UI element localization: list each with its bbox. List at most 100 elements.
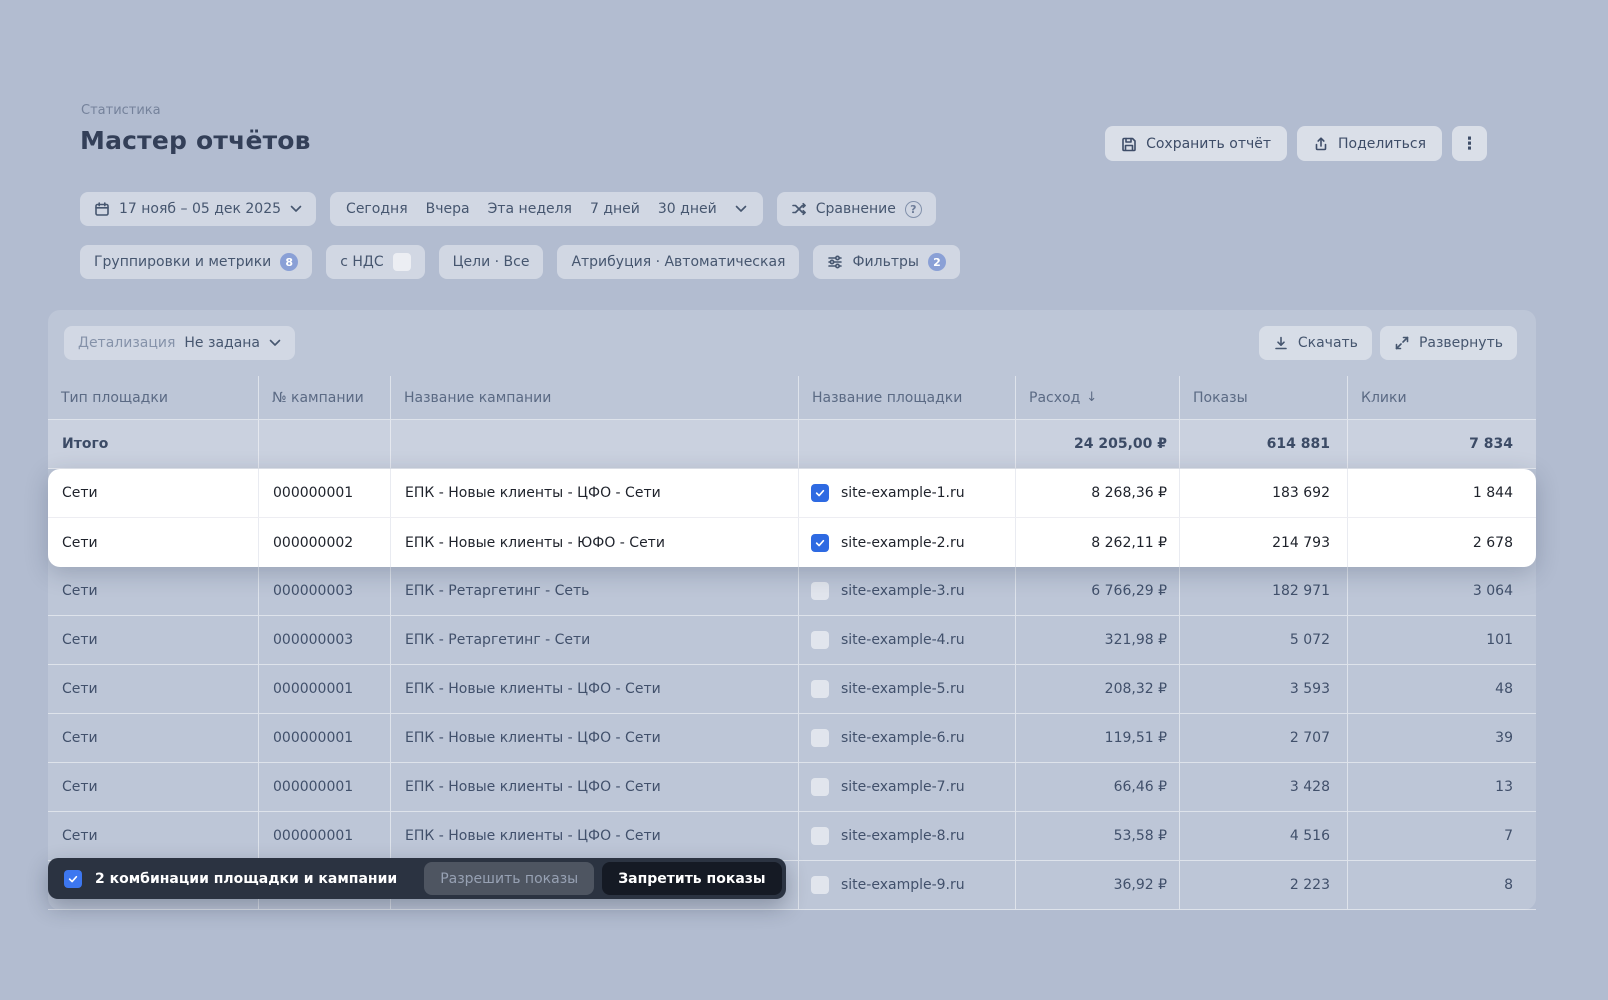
cell-cost: 119,51 ₽ <box>1016 714 1180 762</box>
selection-count-label: 2 комбинации площадки и кампании <box>95 871 397 887</box>
share-button[interactable]: Поделиться <box>1297 126 1442 161</box>
quick-range-7-days[interactable]: 7 дней <box>590 201 640 217</box>
chevron-down-icon[interactable] <box>735 205 747 213</box>
site-domain: site-example-2.ru <box>841 535 965 551</box>
table-row[interactable]: Сети 000000003 ЕПК - Ретаргетинг - Сети … <box>48 616 1536 665</box>
deny-impressions-button[interactable]: Запретить показы <box>602 862 781 895</box>
table-row[interactable]: Сети 000000001 ЕПК - Новые клиенты - ЦФО… <box>48 812 1536 861</box>
table-row[interactable]: Сети 000000001 ЕПК - Новые клиенты - ЦФО… <box>48 665 1536 714</box>
site-checkbox[interactable] <box>811 534 829 552</box>
site-domain: site-example-7.ru <box>841 779 965 795</box>
site-checkbox[interactable] <box>811 680 829 698</box>
date-range-picker[interactable]: 17 нояб – 05 дек 2025 <box>80 192 316 226</box>
column-platform-type[interactable]: Тип площадки <box>48 376 259 419</box>
vat-chip[interactable]: с НДС <box>326 245 424 279</box>
kebab-menu-button[interactable]: ⋮ <box>1452 126 1487 161</box>
table-row[interactable]: Сети 000000001 ЕПК - Новые клиенты - ЦФО… <box>48 714 1536 763</box>
report-wizard-screen: Статистика Мастер отчётов Сохранить отчё… <box>0 0 1608 1000</box>
goals-chip[interactable]: Цели · Все <box>439 245 544 279</box>
expand-button[interactable]: Развернуть <box>1380 326 1517 360</box>
quick-range-yesterday[interactable]: Вчера <box>426 201 470 217</box>
expand-label: Развернуть <box>1419 335 1503 351</box>
cell-clicks: 1 844 <box>1348 469 1536 517</box>
download-button[interactable]: Скачать <box>1259 326 1372 360</box>
cell-cost: 8 268,36 ₽ <box>1016 469 1180 517</box>
header-actions: Сохранить отчёт Поделиться ⋮ <box>1105 126 1487 161</box>
cell-impressions: 214 793 <box>1180 518 1348 567</box>
cell-campaign-name: ЕПК - Новые клиенты - ЦФО - Сети <box>391 763 799 811</box>
allow-impressions-button[interactable]: Разрешить показы <box>424 862 594 895</box>
cell-campaign-id: 000000001 <box>259 812 391 860</box>
save-report-button[interactable]: Сохранить отчёт <box>1105 126 1287 161</box>
cell-campaign-name: ЕПК - Новые клиенты - ЦФО - Сети <box>391 469 799 517</box>
cell-platform-type: Сети <box>48 518 259 567</box>
quick-range-30-days[interactable]: 30 дней <box>658 201 717 217</box>
table-row[interactable]: Сети 000000002 ЕПК - Новые клиенты - ЮФО… <box>48 518 1536 567</box>
column-cost[interactable]: Расход ↓ <box>1016 376 1180 419</box>
detalization-label: Детализация <box>78 335 175 351</box>
cell-impressions: 3 593 <box>1180 665 1348 713</box>
download-icon <box>1273 335 1289 351</box>
detalization-dropdown[interactable]: Детализация Не задана <box>64 326 295 360</box>
cell-platform-type: Сети <box>48 812 259 860</box>
totals-label: Итого <box>48 420 259 468</box>
cell-platform-name: site-example-3.ru <box>799 567 1016 615</box>
site-checkbox[interactable] <box>811 631 829 649</box>
cell-campaign-id: 000000002 <box>259 518 391 567</box>
cell-platform-name: site-example-8.ru <box>799 812 1016 860</box>
site-checkbox[interactable] <box>811 729 829 747</box>
site-checkbox[interactable] <box>811 876 829 894</box>
comparison-chip[interactable]: Сравнение ? <box>777 192 936 226</box>
table-row[interactable]: Сети 000000001 ЕПК - Новые клиенты - ЦФО… <box>48 763 1536 812</box>
table-row[interactable]: Сети 000000003 ЕПК - Ретаргетинг - Сеть … <box>48 567 1536 616</box>
cell-platform-type: Сети <box>48 714 259 762</box>
cell-clicks: 13 <box>1348 763 1536 811</box>
site-checkbox[interactable] <box>811 582 829 600</box>
cell-platform-type: Сети <box>48 616 259 664</box>
cell-impressions: 3 428 <box>1180 763 1348 811</box>
column-clicks[interactable]: Клики <box>1348 376 1536 419</box>
quick-range-this-week[interactable]: Эта неделя <box>488 201 572 217</box>
filters-chip[interactable]: Фильтры 2 <box>813 245 959 279</box>
column-platform-name[interactable]: Название площадки <box>799 376 1016 419</box>
help-icon[interactable]: ? <box>905 201 922 218</box>
column-impressions[interactable]: Показы <box>1180 376 1348 419</box>
date-range-value: 17 нояб – 05 дек 2025 <box>119 201 281 217</box>
cell-clicks: 39 <box>1348 714 1536 762</box>
selection-action-bar: 2 комбинации площадки и кампании Разреши… <box>48 858 786 899</box>
save-report-label: Сохранить отчёт <box>1146 136 1271 152</box>
cell-platform-name: site-example-5.ru <box>799 665 1016 713</box>
sliders-icon <box>827 254 843 270</box>
filters-label: Фильтры <box>852 254 918 270</box>
cell-cost: 66,46 ₽ <box>1016 763 1180 811</box>
checkmark-icon <box>814 487 826 499</box>
cell-cost: 8 262,11 ₽ <box>1016 518 1180 567</box>
site-checkbox[interactable] <box>811 484 829 502</box>
table-row[interactable]: Сети 000000001 ЕПК - Новые клиенты - ЦФО… <box>48 469 1536 518</box>
goals-label: Цели · Все <box>453 254 530 270</box>
cell-clicks: 8 <box>1348 861 1536 909</box>
site-checkbox[interactable] <box>811 827 829 845</box>
groupings-metrics-chip[interactable]: Группировки и метрики 8 <box>80 245 312 279</box>
filter-row-settings: Группировки и метрики 8 с НДС Цели · Все… <box>80 245 960 279</box>
cell-platform-name: site-example-9.ru <box>799 861 1016 909</box>
attribution-chip[interactable]: Атрибуция · Автоматическая <box>557 245 799 279</box>
site-domain: site-example-4.ru <box>841 632 965 648</box>
vat-checkbox[interactable] <box>393 253 411 271</box>
filter-row-dates: 17 нояб – 05 дек 2025 Сегодня Вчера Эта … <box>80 192 936 226</box>
column-campaign-name[interactable]: Название кампании <box>391 376 799 419</box>
cell-cost: 208,32 ₽ <box>1016 665 1180 713</box>
report-table-panel: Детализация Не задана Скачать Развернуть… <box>48 310 1536 910</box>
totals-clicks: 7 834 <box>1348 420 1536 468</box>
cell-impressions: 5 072 <box>1180 616 1348 664</box>
table-body: Сети 000000001 ЕПК - Новые клиенты - ЦФО… <box>48 469 1536 910</box>
cell-campaign-name: ЕПК - Новые клиенты - ЦФО - Сети <box>391 812 799 860</box>
cell-platform-type: Сети <box>48 763 259 811</box>
quick-range-today[interactable]: Сегодня <box>346 201 408 217</box>
site-domain: site-example-1.ru <box>841 485 965 501</box>
column-campaign-id[interactable]: № кампании <box>259 376 391 419</box>
cell-campaign-id: 000000003 <box>259 567 391 615</box>
select-all-checkbox[interactable] <box>64 870 82 888</box>
cell-platform-name: site-example-6.ru <box>799 714 1016 762</box>
site-checkbox[interactable] <box>811 778 829 796</box>
